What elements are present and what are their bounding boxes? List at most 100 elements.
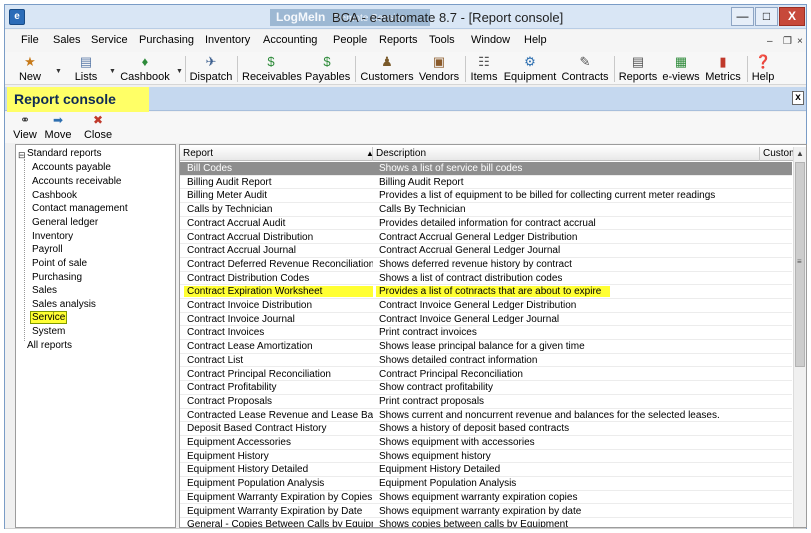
tree-item-general-ledger[interactable]: General ledger: [32, 217, 98, 228]
table-row[interactable]: Billing Meter Audit Provides a list of eq…: [180, 189, 792, 204]
tree-item-inventory[interactable]: Inventory: [32, 231, 73, 242]
view-button[interactable]: ⚭ View: [13, 114, 37, 142]
toolbar-lists-button[interactable]: ▤ Lists: [73, 54, 99, 84]
toolbar-dispatch-label: Dispatch: [189, 71, 233, 83]
scrollbar-thumb[interactable]: ≡: [795, 162, 805, 367]
menu-window[interactable]: Window: [471, 34, 510, 46]
mdi-restore-button[interactable]: ❐: [783, 36, 792, 47]
table-row[interactable]: Contract Distribution Codes Shows a list …: [180, 272, 792, 286]
table-row[interactable]: Contract Accrual Distribution Contract Ac…: [180, 231, 792, 245]
table-row[interactable]: Bill Codes Shows a list of service bill c…: [180, 162, 792, 176]
vertical-scrollbar[interactable]: ▲ ≡: [793, 147, 806, 527]
mdi-minimize-button[interactable]: –: [767, 36, 773, 47]
menu-inventory[interactable]: Inventory: [205, 34, 250, 46]
scroll-up-icon[interactable]: ▲: [794, 147, 806, 160]
table-row[interactable]: Contract Accrual Journal Contract Accrual…: [180, 244, 792, 258]
menu-tools[interactable]: Tools: [429, 34, 455, 46]
menu-people[interactable]: People: [333, 34, 367, 46]
table-row[interactable]: Calls by Technician Calls By Technician: [180, 203, 792, 217]
table-row[interactable]: Equipment Warranty Expiration by Date Sho…: [180, 505, 792, 519]
cashbook-dropdown-arrow-icon[interactable]: ▼: [176, 68, 183, 75]
table-row[interactable]: Contract List Shows detailed contract inf…: [180, 354, 792, 368]
table-row[interactable]: General - Copies Between Calls by Equipm…: [180, 518, 792, 527]
report-description-cell: Contract Accrual General Ledger Journal: [379, 245, 561, 257]
toolbar-metrics-button[interactable]: ▮ Metrics: [704, 54, 742, 84]
toolbar-help-button[interactable]: ❓ Help: [751, 54, 775, 84]
toolbar-cashbook-button[interactable]: ♦ Cashbook: [119, 54, 171, 84]
toolbar-separator: [614, 56, 615, 82]
menu-accounting[interactable]: Accounting: [263, 34, 317, 46]
report-description-cell: Show contract profitability: [379, 382, 493, 394]
toolbar-equipment-button[interactable]: ⚙ Equipment: [503, 54, 557, 84]
table-row[interactable]: Contract Invoices Print contract invoices: [180, 326, 792, 341]
tree-item-system[interactable]: System: [32, 326, 65, 337]
menu-help[interactable]: Help: [524, 34, 547, 46]
table-row[interactable]: Contract Proposals Print contract proposa…: [180, 395, 792, 409]
app-logo-icon[interactable]: e: [9, 9, 25, 25]
table-row[interactable]: Contract Principal Reconciliation Contrac…: [180, 368, 792, 382]
table-row[interactable]: Billing Audit Report Billing Audit Report: [180, 176, 792, 190]
toolbar-receivables-button[interactable]: $ Receivables: [242, 54, 302, 84]
report-name-cell: Contract Invoice Distribution: [187, 300, 313, 311]
report-name-cell: Contract Profitability: [187, 382, 277, 394]
tree-item-service[interactable]: Service: [29, 311, 68, 324]
toolbar-separator: [465, 56, 466, 82]
column-header-report[interactable]: Report ▲: [180, 147, 374, 161]
toolbar-reports-button[interactable]: ▤ Reports: [618, 54, 658, 84]
menu-service[interactable]: Service: [91, 34, 128, 46]
menu-file[interactable]: File: [21, 34, 39, 46]
table-row[interactable]: Contract Accrual Audit Provides detailed …: [180, 217, 792, 231]
report-name-cell: Equipment History: [187, 450, 269, 462]
table-row[interactable]: Contracted Lease Revenue and Lease Bal..…: [180, 409, 792, 423]
items-icon: ☷: [478, 54, 490, 69]
tree-item-standard-reports[interactable]: Standard reports: [27, 148, 102, 159]
toolbar-cashbook-label: Cashbook: [120, 71, 170, 83]
table-row[interactable]: Equipment History Detailed Equipment Hist…: [180, 463, 792, 478]
table-row[interactable]: Equipment History Shows equipment history: [180, 450, 792, 464]
menu-reports[interactable]: Reports: [379, 34, 418, 46]
new-dropdown-arrow-icon[interactable]: ▼: [55, 68, 62, 75]
toolbar-items-button[interactable]: ☷ Items: [469, 54, 499, 84]
move-button[interactable]: ➡ Move: [43, 114, 73, 142]
table-row[interactable]: Equipment Accessories Shows equipment wit…: [180, 436, 792, 450]
table-row[interactable]: Contract Expiration Worksheet Provides a …: [180, 285, 792, 299]
toolbar-dispatch-button[interactable]: ✈ Dispatch: [189, 54, 233, 84]
menu-purchasing[interactable]: Purchasing: [139, 34, 194, 46]
table-row[interactable]: Deposit Based Contract History Shows a hi…: [180, 422, 792, 436]
column-header-description[interactable]: Description: [373, 147, 760, 161]
lists-dropdown-arrow-icon[interactable]: ▼: [109, 68, 116, 75]
toolbar-customers-button[interactable]: ♟ Customers: [359, 54, 415, 84]
toolbar-vendors-button[interactable]: ▣ Vendors: [417, 54, 461, 84]
title-bar[interactable]: e LogMeIn Remote Session BCA - e-automate…: [5, 5, 806, 29]
maximize-button[interactable]: □: [755, 7, 778, 26]
tree-item-point-of-sale[interactable]: Point of sale: [32, 258, 87, 269]
toolbar-new-button[interactable]: ★ New: [17, 54, 43, 84]
table-row[interactable]: Contract Profitability Show contract prof…: [180, 381, 792, 395]
toolbar-eviews-button[interactable]: ▦ e-views: [661, 54, 701, 84]
table-row[interactable]: Equipment Population Analysis Equipment P…: [180, 477, 792, 491]
tree-item-sales[interactable]: Sales: [32, 285, 57, 296]
tree-item-payroll[interactable]: Payroll: [32, 244, 63, 255]
close-window-button[interactable]: X: [779, 7, 805, 26]
tree-item-cashbook[interactable]: Cashbook: [32, 190, 77, 201]
tree-item-accounts-receivable[interactable]: Accounts receivable: [32, 176, 122, 187]
report-description-cell: Provides a list of equipment to be bille…: [379, 190, 716, 202]
minimize-button[interactable]: —: [731, 7, 754, 26]
toolbar-contracts-button[interactable]: ✎ Contracts: [561, 54, 609, 84]
tree-item-all-reports[interactable]: All reports: [27, 340, 72, 351]
column-header-custom[interactable]: Custom: [760, 147, 797, 161]
tree-item-purchasing[interactable]: Purchasing: [32, 272, 82, 283]
menu-sales[interactable]: Sales: [53, 34, 81, 46]
table-row[interactable]: Contract Lease Amortization Shows lease p…: [180, 340, 792, 354]
close-button[interactable]: ✖ Close: [83, 114, 113, 142]
table-row[interactable]: Contract Invoice Distribution Contract In…: [180, 299, 792, 313]
console-close-button[interactable]: x: [792, 91, 804, 105]
mdi-close-button[interactable]: ×: [797, 36, 803, 47]
table-row[interactable]: Contract Deferred Revenue Reconciliation…: [180, 258, 792, 272]
toolbar-payables-button[interactable]: $ Payables: [305, 54, 350, 84]
tree-item-sales-analysis[interactable]: Sales analysis: [32, 299, 96, 310]
tree-item-contact-management[interactable]: Contact management: [32, 203, 128, 214]
table-row[interactable]: Contract Invoice Journal Contract Invoice…: [180, 313, 792, 327]
table-row[interactable]: Equipment Warranty Expiration by Copies S…: [180, 491, 792, 505]
tree-item-accounts-payable[interactable]: Accounts payable: [32, 162, 111, 173]
